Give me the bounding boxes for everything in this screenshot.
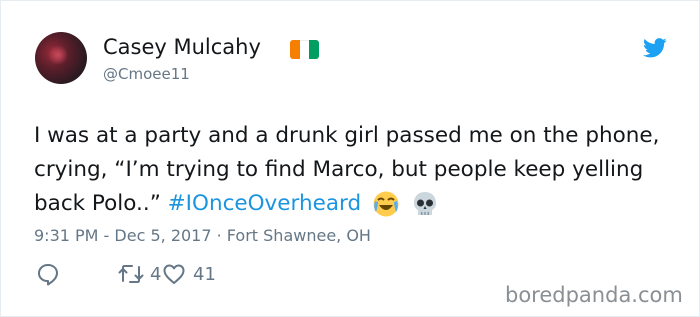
- like-icon: [163, 264, 185, 284]
- twitter-bird-icon[interactable]: [643, 38, 667, 58]
- tweet-text: I was at a party and a drunk girl passed…: [34, 119, 674, 221]
- like-button[interactable]: 41: [162, 262, 216, 286]
- watermark: boredpanda.com: [505, 283, 683, 307]
- retweet-count: 4: [150, 263, 162, 285]
- display-name[interactable]: Casey Mulcahy: [103, 35, 261, 59]
- tweet-timestamp-location[interactable]: 9:31 PM - Dec 5, 2017 · Fort Shawnee, OH: [34, 226, 371, 245]
- hashtag-link[interactable]: #IOnceOverheard: [168, 191, 361, 216]
- tweet-card: Casey Mulcahy @Cmoee11 I was at a party …: [0, 0, 700, 317]
- user-handle[interactable]: @Cmoee11: [103, 65, 190, 83]
- retweet-button[interactable]: 4: [118, 262, 161, 286]
- reply-icon: [38, 264, 58, 286]
- like-count: 41: [193, 263, 216, 285]
- retweet-icon: [118, 265, 144, 283]
- reply-button[interactable]: [36, 262, 60, 286]
- ivory-coast-flag-icon: [290, 40, 319, 59]
- skull-icon: [413, 192, 436, 215]
- face-with-tears-of-joy-icon: [373, 191, 399, 217]
- avatar[interactable]: [35, 32, 87, 84]
